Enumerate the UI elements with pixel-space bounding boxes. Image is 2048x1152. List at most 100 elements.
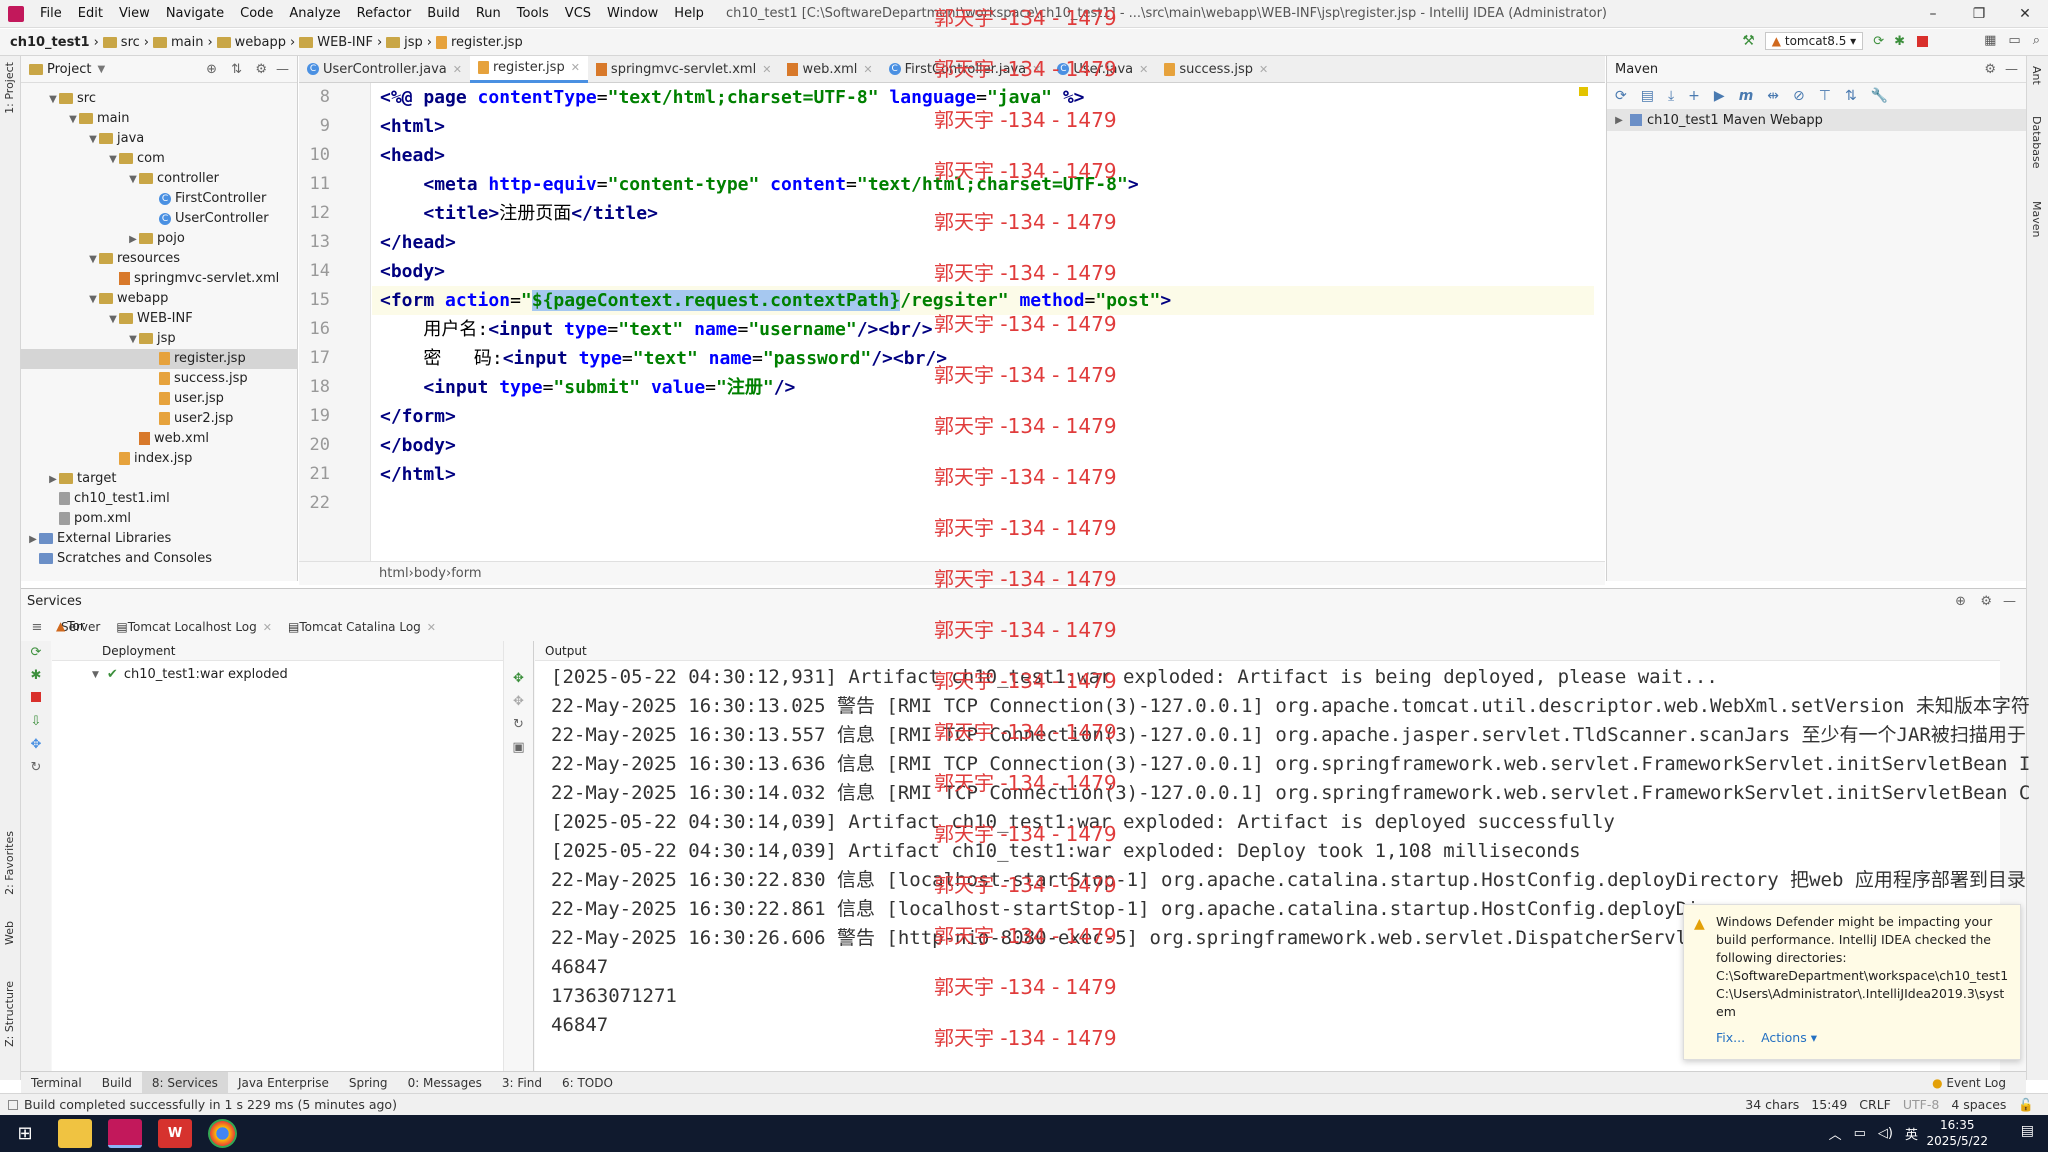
tree-item[interactable]: ch10_test1.iml: [21, 489, 298, 509]
line-separator[interactable]: CRLF: [1859, 1097, 1891, 1112]
chevron-down-icon[interactable]: ▼: [87, 250, 99, 270]
defender-notification[interactable]: ▲ Windows Defender might be impacting yo…: [1683, 904, 2021, 1060]
tree-item[interactable]: user2.jsp: [21, 409, 298, 429]
tree-item[interactable]: success.jsp: [21, 369, 298, 389]
tool-tab[interactable]: Spring: [339, 1072, 398, 1094]
ant-tool-tab[interactable]: Ant: [2030, 66, 2043, 85]
tool-tab[interactable]: Build: [92, 1072, 142, 1094]
tomcat-server-node[interactable]: ▲ Tor: [52, 619, 102, 633]
tree-item[interactable]: ▶ pojo: [21, 229, 298, 249]
maven-tool-tab[interactable]: Maven: [2030, 201, 2043, 237]
tree-item[interactable]: user.jsp: [21, 389, 298, 409]
menu-tools[interactable]: Tools: [509, 0, 557, 28]
close-icon[interactable]: ✕: [571, 54, 580, 81]
deploy-icon[interactable]: ✥: [504, 671, 533, 686]
search-everywhere-icon[interactable]: ⌕: [2033, 33, 2040, 48]
editor-breadcrumb-item[interactable]: body: [414, 566, 446, 581]
download-icon[interactable]: ⤓: [1668, 88, 1674, 104]
collapse-icon[interactable]: ⇅: [231, 62, 242, 77]
tree-item[interactable]: pom.xml: [21, 509, 298, 529]
refresh-icon[interactable]: ↻: [21, 760, 51, 775]
menu-vcs[interactable]: VCS: [557, 0, 599, 28]
stop-icon[interactable]: [21, 691, 51, 706]
tree-item[interactable]: ▼ src: [21, 89, 298, 109]
menu-navigate[interactable]: Navigate: [158, 0, 232, 28]
gear-icon[interactable]: ⚙: [1980, 594, 1992, 609]
menu-build[interactable]: Build: [419, 0, 468, 28]
tree-item[interactable]: register.jsp: [21, 349, 298, 369]
tree-item[interactable]: ▶ target: [21, 469, 298, 489]
tree-item[interactable]: web.xml: [21, 429, 298, 449]
file-encoding[interactable]: UTF-8: [1903, 1097, 1939, 1112]
chevron-down-icon[interactable]: ▼: [67, 110, 79, 130]
services-tab[interactable]: ▤ Tomcat Localhost Log ✕: [108, 614, 280, 641]
locate-icon[interactable]: ⊕: [206, 62, 217, 77]
breadcrumb-item[interactable]: register.jsp: [432, 35, 527, 50]
chevron-down-icon[interactable]: ▼: [107, 150, 119, 170]
hide-icon[interactable]: —: [2005, 62, 2018, 77]
chevron-right-icon[interactable]: ▶: [47, 470, 59, 490]
build-hammer-icon[interactable]: ⚒: [1742, 33, 1755, 49]
chevron-right-icon[interactable]: ▶: [1613, 115, 1625, 126]
maximize-button[interactable]: ❐: [1956, 0, 2002, 28]
tree-item[interactable]: ▼ com: [21, 149, 298, 169]
run-goal-icon[interactable]: ▶: [1714, 88, 1725, 104]
add-icon[interactable]: +: [1688, 88, 1700, 104]
execute-goal-icon[interactable]: m: [1739, 88, 1754, 104]
network-icon[interactable]: ▭: [1854, 1126, 1866, 1141]
chevron-down-icon[interactable]: ▼: [87, 290, 99, 310]
update-icon[interactable]: ⇩: [21, 714, 51, 729]
menu-analyze[interactable]: Analyze: [281, 0, 348, 28]
refresh-icon[interactable]: ↻: [504, 717, 533, 732]
favorites-tool-tab[interactable]: 2: Favorites: [3, 831, 16, 895]
menu-edit[interactable]: Edit: [70, 0, 111, 28]
chrome-icon[interactable]: [208, 1119, 237, 1148]
breadcrumb-item[interactable]: ch10_test1: [6, 35, 94, 50]
chevron-right-icon[interactable]: ▶: [127, 230, 139, 250]
chevron-down-icon[interactable]: ▼: [92, 670, 99, 680]
menu-code[interactable]: Code: [232, 0, 281, 28]
show-dependencies-icon[interactable]: ⊤: [1819, 88, 1831, 104]
run-icon[interactable]: ⟳: [1873, 34, 1884, 49]
editor-tab[interactable]: C UserController.java ✕: [299, 56, 470, 83]
tree-item[interactable]: C UserController: [21, 209, 298, 229]
actions-link[interactable]: Actions ▾: [1761, 1029, 1817, 1047]
close-button[interactable]: ✕: [2002, 0, 2048, 28]
menu-window[interactable]: Window: [599, 0, 666, 28]
notification-center-icon[interactable]: ▤: [2021, 1123, 2034, 1139]
tree-item[interactable]: ▼ main: [21, 109, 298, 129]
tree-item[interactable]: ▼ webapp: [21, 289, 298, 309]
tool-tab[interactable]: Terminal: [21, 1072, 92, 1094]
database-tool-tab[interactable]: Database: [2030, 116, 2043, 169]
close-icon[interactable]: ✕: [1139, 56, 1148, 83]
editor-breadcrumb-item[interactable]: form: [451, 566, 481, 581]
windows-start-icon[interactable]: ⊞: [8, 1119, 42, 1148]
tree-item[interactable]: ▶ External Libraries: [21, 529, 298, 549]
caret-position[interactable]: 15:49: [1811, 1097, 1847, 1112]
breadcrumb-item[interactable]: WEB-INF: [295, 35, 377, 50]
artifact-item[interactable]: ▼ ✔ ch10_test1:war exploded: [92, 667, 288, 682]
close-icon[interactable]: ✕: [453, 56, 462, 83]
tree-item[interactable]: springmvc-servlet.xml: [21, 269, 298, 289]
tree-item[interactable]: ▼ controller: [21, 169, 298, 189]
intellij-icon[interactable]: [108, 1119, 142, 1148]
tree-item[interactable]: index.jsp: [21, 449, 298, 469]
expand-all-icon[interactable]: ≡: [21, 620, 53, 635]
editor-tab[interactable]: web.xml ✕: [779, 56, 880, 83]
debug-icon[interactable]: ✱: [1894, 34, 1905, 49]
hide-icon[interactable]: —: [2003, 594, 2016, 609]
tool-tab[interactable]: 6: TODO: [552, 1072, 623, 1094]
lock-icon[interactable]: 🔓: [2018, 1097, 2034, 1113]
undeploy-icon[interactable]: ✥: [504, 694, 533, 709]
editor-tab[interactable]: springmvc-servlet.xml ✕: [588, 56, 780, 83]
structure-tool-tab[interactable]: Z: Structure: [3, 981, 16, 1047]
chevron-down-icon[interactable]: ▼: [127, 170, 139, 190]
run-config-select[interactable]: ▲ tomcat8.5 ▾: [1764, 32, 1864, 50]
menu-run[interactable]: Run: [468, 0, 509, 28]
file-explorer-icon[interactable]: [58, 1119, 92, 1148]
close-icon[interactable]: ✕: [427, 614, 436, 641]
reimport-icon[interactable]: ⟳: [1615, 88, 1627, 104]
collapse-all-icon[interactable]: ⇅: [1845, 88, 1857, 104]
menu-help[interactable]: Help: [666, 0, 712, 28]
add-service-icon[interactable]: ⊕: [1955, 594, 1966, 609]
